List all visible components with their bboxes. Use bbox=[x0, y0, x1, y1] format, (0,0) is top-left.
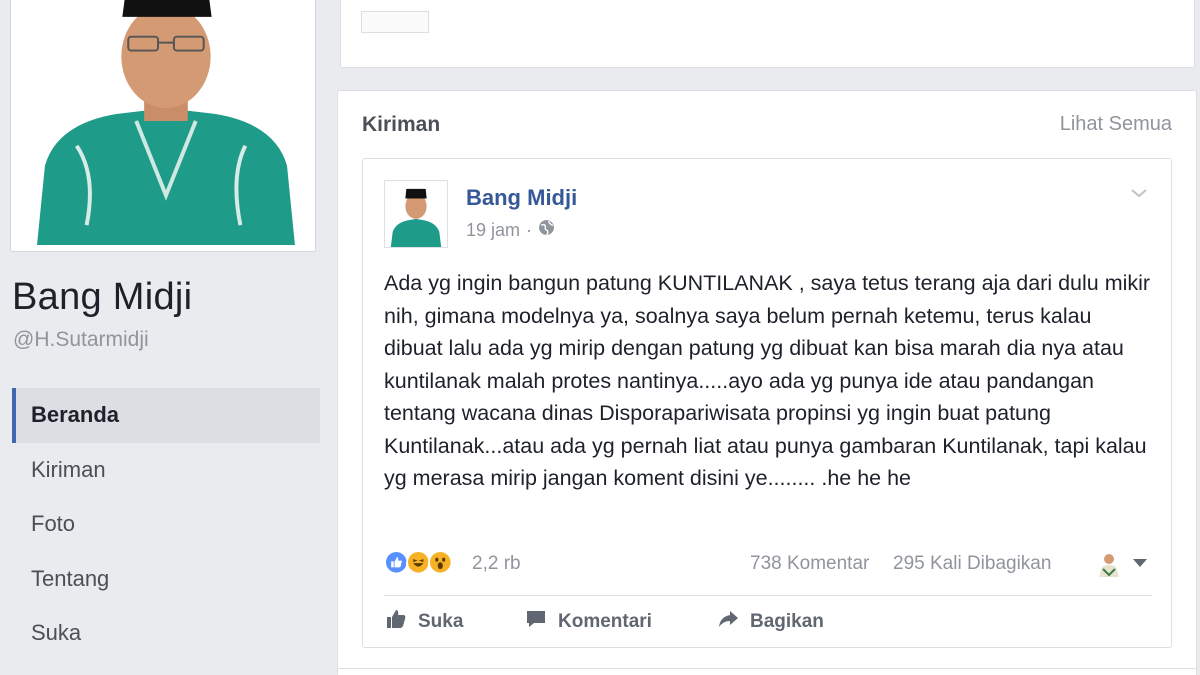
nav-item-foto[interactable]: Foto bbox=[12, 497, 320, 552]
divider bbox=[384, 595, 1152, 596]
page-handle: @H.Sutarmidji bbox=[13, 328, 149, 351]
posts-card: Kiriman Lihat Semua Bang Midji 19 jam · bbox=[337, 90, 1197, 675]
share-label: Bagikan bbox=[750, 611, 824, 632]
thumbs-up-icon bbox=[384, 607, 408, 637]
next-card bbox=[337, 668, 1197, 675]
reaction-count[interactable]: 2,2 rb bbox=[472, 553, 521, 575]
reaction-icons[interactable] bbox=[384, 550, 456, 578]
post-body: Ada yg ingin bangun patung KUNTILANAK , … bbox=[384, 271, 1151, 490]
comment-button[interactable]: Komentari bbox=[524, 607, 652, 637]
post-timestamp[interactable]: 19 jam bbox=[466, 220, 520, 241]
viewer-avatar[interactable] bbox=[1094, 549, 1124, 579]
thumbnail-image[interactable] bbox=[361, 11, 429, 33]
section-title: Kiriman bbox=[362, 113, 441, 136]
reactions-row: 2,2 rb 738 Komentar 295 Kali Dibagikan bbox=[384, 549, 1154, 581]
comment-icon bbox=[524, 607, 548, 637]
meta-separator: · bbox=[526, 219, 533, 240]
shares-count[interactable]: 295 Kali Dibagikan bbox=[893, 553, 1051, 575]
share-icon bbox=[716, 607, 740, 637]
like-label: Suka bbox=[418, 611, 464, 632]
profile-picture-frame[interactable] bbox=[10, 0, 316, 252]
see-all-link[interactable]: Lihat Semua bbox=[1060, 113, 1172, 136]
nav-item-kiriman[interactable]: Kiriman bbox=[12, 443, 320, 498]
globe-icon bbox=[538, 219, 555, 241]
wow-reaction-icon bbox=[428, 550, 456, 578]
post: Bang Midji 19 jam · Ada yg ingin bangun … bbox=[362, 158, 1172, 648]
like-button[interactable]: Suka bbox=[384, 607, 463, 637]
share-button[interactable]: Bagikan bbox=[716, 607, 824, 637]
post-meta: 19 jam · bbox=[466, 219, 555, 241]
left-navigation: Beranda Kiriman Foto Tentang Suka bbox=[12, 388, 320, 661]
author-avatar[interactable] bbox=[384, 180, 448, 248]
previous-card bbox=[340, 0, 1195, 68]
caret-down-icon[interactable] bbox=[1133, 559, 1147, 567]
chevron-down-icon[interactable] bbox=[1129, 183, 1149, 203]
post-author[interactable]: Bang Midji bbox=[466, 185, 577, 211]
nav-item-suka[interactable]: Suka bbox=[12, 606, 320, 661]
profile-picture[interactable] bbox=[17, 0, 309, 245]
comments-count[interactable]: 738 Komentar bbox=[750, 553, 869, 575]
post-actions: Suka Komentari Bagikan bbox=[384, 607, 1154, 639]
page-name[interactable]: Bang Midji bbox=[12, 276, 192, 319]
nav-item-tentang[interactable]: Tentang bbox=[12, 552, 320, 607]
comment-label: Komentari bbox=[558, 611, 652, 632]
nav-item-beranda[interactable]: Beranda bbox=[12, 388, 320, 443]
